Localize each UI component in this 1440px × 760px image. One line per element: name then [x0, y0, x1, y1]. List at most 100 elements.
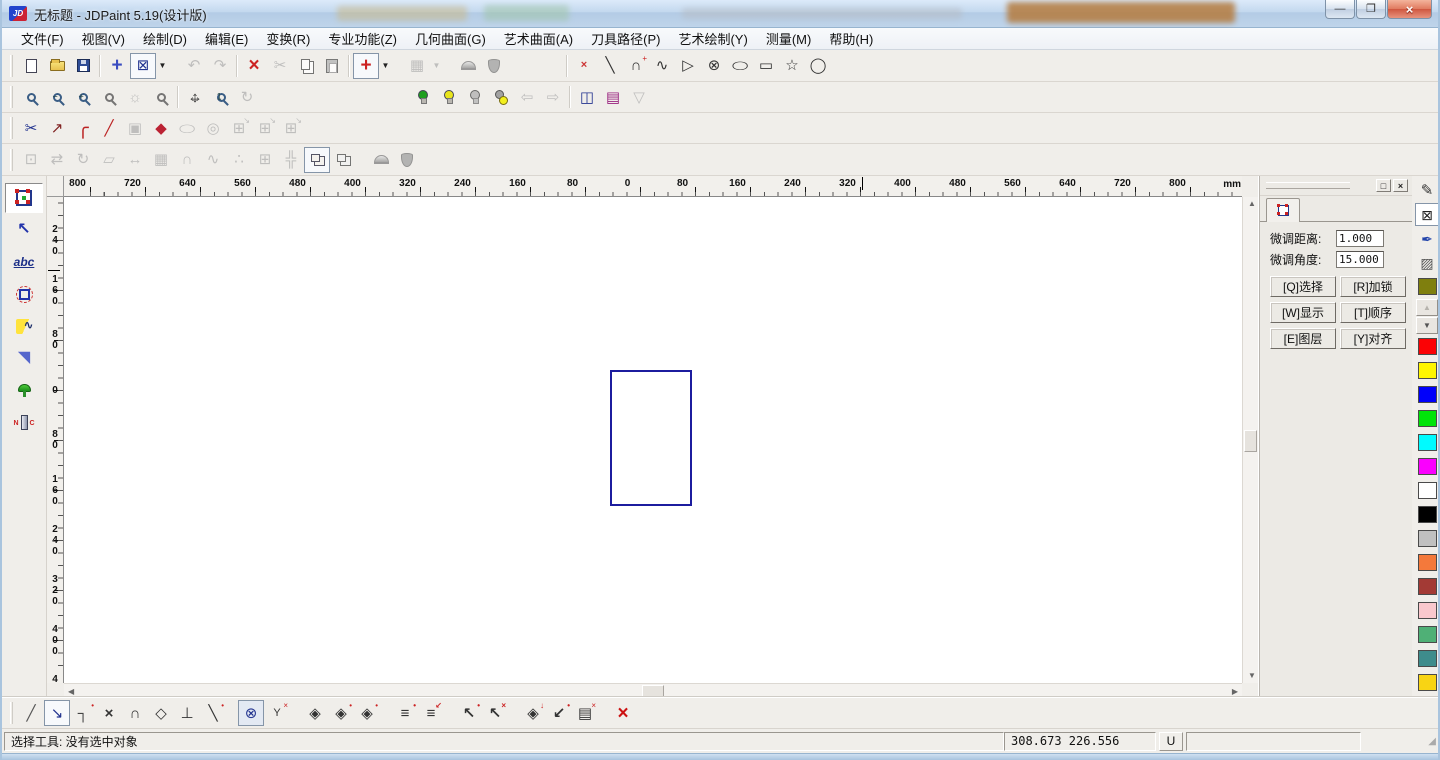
art-curve-tool[interactable] [5, 311, 43, 341]
nav-forward-icon[interactable]: ⇨ [540, 84, 566, 110]
snap-node-icon[interactable]: ◈• [354, 700, 380, 726]
light-off-icon[interactable] [436, 84, 462, 110]
unit-toggle-button[interactable]: U [1159, 732, 1183, 751]
nudge-angle-input[interactable] [1336, 251, 1384, 268]
offset-contour-icon[interactable]: ▣ [122, 115, 148, 141]
palette-cyan[interactable] [1415, 431, 1439, 454]
toolbar-gripper[interactable] [10, 117, 13, 139]
lock-button[interactable]: [R]加锁 [1340, 276, 1406, 297]
menu-art-surface[interactable]: 艺术曲面(A) [495, 27, 582, 50]
render-shield-icon[interactable] [394, 147, 420, 173]
align-button[interactable]: [Y]对齐 [1340, 328, 1406, 349]
snap-options-icon[interactable]: ▤× [572, 700, 598, 726]
snap-free-icon[interactable]: ╱ [18, 700, 44, 726]
draw-circle-icon[interactable]: ⊗ [701, 53, 727, 79]
view-3d-icon[interactable]: ▦ [404, 53, 430, 79]
nudge-distance-input[interactable] [1336, 230, 1384, 247]
open-file-icon[interactable] [44, 53, 70, 79]
menu-file[interactable]: 文件(F) [12, 27, 73, 50]
draw-curve-icon[interactable]: ∿ [649, 53, 675, 79]
mirror-object-icon[interactable]: ⇄ [44, 147, 70, 173]
redo-icon[interactable]: ↷ [207, 53, 233, 79]
group-objects-icon[interactable] [304, 147, 330, 173]
toolbar-gripper[interactable] [10, 55, 13, 77]
fillet-corner-icon[interactable]: ╭ [70, 115, 96, 141]
palette-green[interactable] [1415, 407, 1439, 430]
view-refresh-icon[interactable]: ↻ [234, 84, 260, 110]
resize-grip[interactable]: ◢ [1428, 736, 1436, 747]
order-button[interactable]: [T]顺序 [1340, 302, 1406, 323]
zoom-all-icon[interactable]: ☼ [122, 84, 148, 110]
draw-ngon-icon[interactable]: ◯ [805, 53, 831, 79]
draw-point-icon[interactable]: × [571, 53, 597, 79]
tab-select-tool[interactable] [1266, 198, 1300, 222]
extend-icon[interactable]: ↗ [44, 115, 70, 141]
coordinate-axes-dropdown[interactable]: ▼ [379, 53, 392, 79]
zoom-out-icon[interactable]: − [44, 84, 70, 110]
color-picker-icon[interactable]: ✒ [1415, 227, 1439, 250]
paste-icon[interactable] [319, 53, 345, 79]
select-tool[interactable] [5, 183, 43, 213]
text-tool[interactable]: abc [5, 247, 43, 277]
zoom-previous-icon[interactable] [96, 84, 122, 110]
fit-points-icon[interactable]: ∴ [226, 147, 252, 173]
palette-seagreen[interactable] [1415, 623, 1439, 646]
vertical-scroll-thumb[interactable] [1244, 430, 1257, 452]
maximize-button[interactable]: ❐ [1356, 0, 1386, 19]
menu-geometric-surface[interactable]: 几何曲面(G) [406, 27, 495, 50]
layer-button[interactable]: [E]图层 [1270, 328, 1336, 349]
current-color-swatch[interactable] [1415, 275, 1439, 298]
display-button[interactable]: [W]显示 [1270, 302, 1336, 323]
scroll-left-icon[interactable]: ◀ [68, 688, 74, 696]
draw-star-icon[interactable]: ☆ [779, 53, 805, 79]
toolbar-gripper[interactable] [10, 86, 13, 108]
zoom-window-icon[interactable] [18, 84, 44, 110]
texture-filter-icon[interactable]: ▽ [626, 84, 652, 110]
scroll-right-icon[interactable]: ▶ [1232, 688, 1238, 696]
palette-red[interactable] [1415, 335, 1439, 358]
draw-polygon-icon[interactable]: ▷ [675, 53, 701, 79]
menu-pro-functions[interactable]: 专业功能(Z) [319, 27, 406, 50]
snap-clear-icon[interactable]: × [610, 700, 636, 726]
snap-pick-off-icon[interactable]: ↖× [482, 700, 508, 726]
snap-hatch-k-icon[interactable]: ≡↙ [418, 700, 444, 726]
scroll-up-icon[interactable]: ▲ [1248, 200, 1256, 208]
snap-axis-icon[interactable]: Y× [264, 700, 290, 726]
work-plane-dropdown[interactable]: ▼ [156, 53, 169, 79]
palette-teal[interactable] [1415, 647, 1439, 670]
trim-icon[interactable]: ✂ [18, 115, 44, 141]
panel-close-button[interactable]: × [1393, 179, 1408, 192]
panel-restore-button[interactable]: □ [1376, 179, 1391, 192]
derive-copy-3-icon[interactable]: ⊞↘ [278, 115, 304, 141]
pattern-edit-icon[interactable]: ▨ [1415, 251, 1439, 274]
copy-icon[interactable] [293, 53, 319, 79]
palette-blue[interactable] [1415, 383, 1439, 406]
snap-center-icon[interactable]: ◈• [328, 700, 354, 726]
render-dome-icon[interactable] [368, 147, 394, 173]
palette-yellow[interactable] [1415, 359, 1439, 382]
derive-copy-2-icon[interactable]: ⊞↘ [252, 115, 278, 141]
palette-brick[interactable] [1415, 575, 1439, 598]
snap-nearest-icon[interactable]: ↘ [44, 700, 70, 726]
snap-perpendicular-icon[interactable]: ⊥ [174, 700, 200, 726]
zoom-1to1-icon[interactable]: 1 [208, 84, 234, 110]
close-button[interactable]: × [1387, 0, 1432, 19]
array-copy-icon[interactable]: ▦ [148, 147, 174, 173]
palette-scroll-up-icon[interactable]: ▲ [1416, 299, 1438, 316]
panel-header[interactable]: □× [1260, 176, 1412, 196]
ungroup-objects-icon[interactable] [330, 147, 356, 173]
title-bar[interactable]: JD 无标题 - JDPaint 5.19(设计版) —❐× [2, 0, 1438, 28]
work-plane-icon[interactable]: ⊠ [130, 53, 156, 79]
menu-measure[interactable]: 测量(M) [757, 27, 821, 50]
palette-white[interactable] [1415, 479, 1439, 502]
snap-arc-icon[interactable]: ∩ [122, 700, 148, 726]
delete-icon[interactable]: × [241, 53, 267, 79]
vertical-ruler[interactable]: 024016080080160240320400480 [47, 197, 64, 683]
bevel-node-icon[interactable]: ◆ [148, 115, 174, 141]
derive-copy-1-icon[interactable]: ⊞↘ [226, 115, 252, 141]
param-table-icon[interactable]: ▤ [600, 84, 626, 110]
palette-silver[interactable] [1415, 527, 1439, 550]
palette-magenta[interactable] [1415, 455, 1439, 478]
expand-rect-icon[interactable]: ⊞ [252, 147, 278, 173]
vertical-scrollbar[interactable]: ▲ ▼ [1242, 197, 1258, 683]
